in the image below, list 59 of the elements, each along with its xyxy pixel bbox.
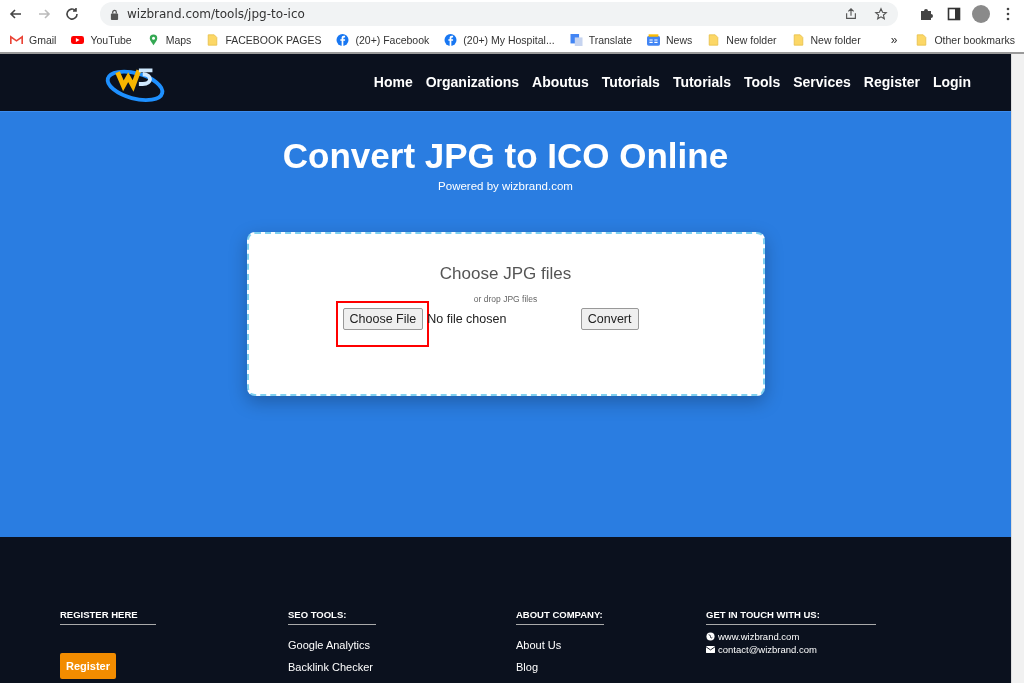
nav-link[interactable]: Services: [793, 74, 851, 91]
profile-avatar[interactable]: [972, 5, 990, 23]
scrollbar[interactable]: [1011, 54, 1024, 683]
folder-icon: [206, 34, 220, 46]
contact-text: contact@wizbrand.com: [718, 644, 817, 655]
facebook-icon: [444, 34, 458, 46]
subtitle: Powered by wizbrand.com: [438, 179, 573, 192]
star-icon[interactable]: [874, 7, 888, 21]
convert-button[interactable]: Convert: [580, 307, 639, 330]
newspaper-icon: [647, 34, 661, 46]
nav-link[interactable]: Tools: [743, 74, 781, 91]
play-icon: [71, 34, 85, 46]
footer-heading: ABOUT COMPANY:: [516, 609, 604, 625]
bookmark[interactable]: FACEBOOK PAGES: [206, 34, 322, 46]
lock-icon: [110, 8, 119, 20]
bookmark[interactable]: New folder: [791, 34, 861, 46]
envelope-icon: [706, 645, 715, 654]
other-bookmarks[interactable]: Other bookmarks: [915, 34, 1015, 46]
nav-link[interactable]: Register: [863, 74, 920, 91]
page-title: Convert JPG to ICO Online: [282, 135, 729, 176]
footer-heading: GET IN TOUCH WITH US:: [706, 609, 876, 625]
bookmark[interactable]: Translate: [569, 34, 633, 46]
footer-link[interactable]: Backlink Checker: [288, 661, 373, 673]
bookmark[interactable]: Gmail: [10, 34, 57, 46]
folder-icon: [915, 34, 929, 46]
nav-link[interactable]: Tutorials: [672, 74, 731, 91]
footer-heading: REGISTER HERE: [60, 609, 156, 625]
side-panel-icon[interactable]: [946, 6, 962, 22]
bookmark[interactable]: News: [647, 34, 693, 46]
reload-icon[interactable]: [64, 6, 80, 22]
envelope-icon: [10, 34, 23, 46]
puzzle-icon[interactable]: [918, 6, 934, 22]
more-bookmarks-button[interactable]: »: [890, 33, 898, 47]
translate-icon: [569, 34, 583, 46]
choose-file-button[interactable]: Choose File: [342, 307, 424, 330]
nav-link[interactable]: Organizations: [425, 74, 520, 91]
url-text: wizbrand.com/tools/jpg-to-ico: [127, 7, 305, 21]
share-icon[interactable]: [844, 7, 858, 21]
nav-link[interactable]: Home: [373, 74, 413, 91]
nav-link[interactable]: Aboutus: [532, 74, 589, 91]
upload-heading: Choose JPG files: [439, 263, 572, 284]
footer-heading: SEO TOOLS:: [288, 609, 376, 625]
footer-link[interactable]: Blog: [516, 661, 539, 673]
bookmark[interactable]: New folder: [707, 34, 777, 46]
nav-link[interactable]: Login: [932, 74, 971, 91]
footer-link[interactable]: About Us: [516, 639, 562, 651]
folder-icon: [707, 34, 721, 46]
bookmark[interactable]: YouTube: [71, 34, 132, 46]
folder-icon: [791, 34, 805, 46]
bookmark[interactable]: (20+) My Hospital...: [444, 34, 555, 46]
drop-hint: or drop JPG files: [473, 293, 538, 304]
bookmark[interactable]: Maps: [146, 34, 192, 46]
globe-icon: [706, 632, 715, 641]
nav-link[interactable]: Tutorials: [601, 74, 660, 91]
footer-link[interactable]: Google Analytics: [288, 639, 370, 651]
contact-text: www.wizbrand.com: [718, 631, 800, 642]
bookmark[interactable]: (20+) Facebook: [336, 34, 430, 46]
address-bar[interactable]: wizbrand.com/tools/jpg-to-ico: [100, 2, 898, 26]
facebook-icon: [336, 34, 350, 46]
